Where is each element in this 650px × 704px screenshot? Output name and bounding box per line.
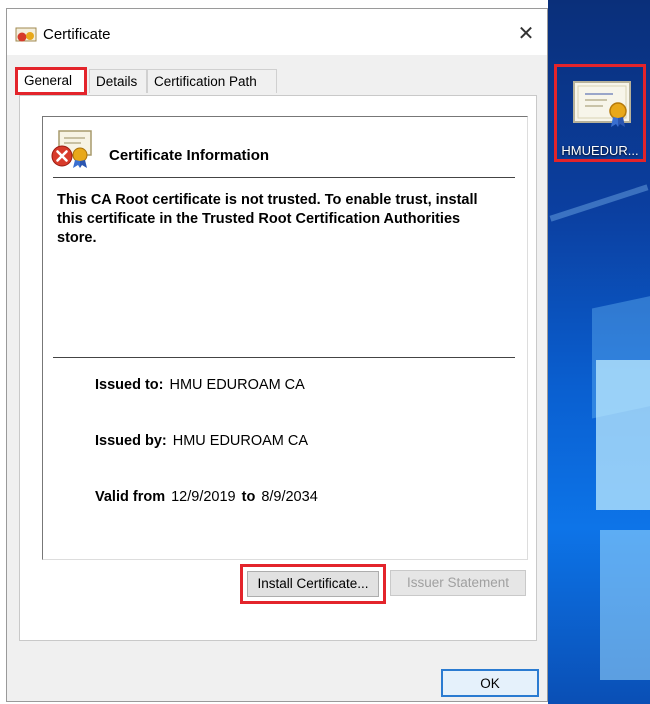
valid-from-label: Valid from	[95, 489, 166, 505]
desktop-icon-label: HMUEDUR...	[561, 143, 639, 158]
desktop-window-pane	[596, 360, 650, 510]
certificate-info-box: Certificate Information This CA Root cer…	[42, 116, 528, 560]
close-icon[interactable]: ✕	[513, 23, 539, 47]
issued-by-value: HMU EDUROAM CA	[172, 433, 309, 449]
general-tab-panel: Certificate Information This CA Root cer…	[19, 95, 537, 641]
tab-certification-path[interactable]: Certification Path	[147, 69, 277, 93]
install-certificate-button[interactable]: Install Certificate...	[247, 571, 379, 597]
certificate-dialog: Certificate ✕ General Details Certificat…	[6, 8, 548, 702]
issuer-statement-button[interactable]: Issuer Statement	[390, 570, 526, 596]
valid-from-value: 12/9/2019	[171, 489, 236, 505]
certificate-file-icon	[573, 81, 631, 127]
divider	[53, 357, 515, 358]
desktop-certificate-file[interactable]: HMUEDUR...	[554, 64, 646, 162]
valid-to-label: to	[241, 489, 256, 505]
tab-details[interactable]: Details	[89, 69, 147, 93]
desktop-light-ray	[549, 184, 649, 222]
trust-warning-text: This CA Root certificate is not trusted.…	[57, 192, 478, 246]
untrusted-certificate-icon	[51, 130, 92, 168]
valid-to-value: 8/9/2034	[261, 489, 318, 505]
issued-to-value: HMU EDUROAM CA	[169, 377, 305, 393]
divider	[53, 177, 515, 178]
issued-by-label: Issued by:	[95, 433, 167, 449]
title-bar: Certificate ✕	[7, 9, 547, 55]
certificate-app-icon	[15, 27, 37, 42]
certificate-information-heading: Certificate Information	[109, 147, 270, 164]
issued-by-row: Issued by: HMU EDUROAM CA	[95, 433, 308, 449]
validity-row: Valid from 12/9/2019 to 8/9/2034	[95, 489, 318, 505]
install-highlight: Install Certificate...	[240, 564, 386, 604]
window-title: Certificate	[43, 26, 111, 43]
issued-to-label: Issued to:	[95, 377, 164, 393]
tab-general[interactable]: General	[15, 67, 87, 95]
ok-button[interactable]: OK	[441, 669, 539, 697]
issued-to-row: Issued to: HMU EDUROAM CA	[95, 377, 305, 393]
desktop-window-pane	[600, 530, 650, 680]
